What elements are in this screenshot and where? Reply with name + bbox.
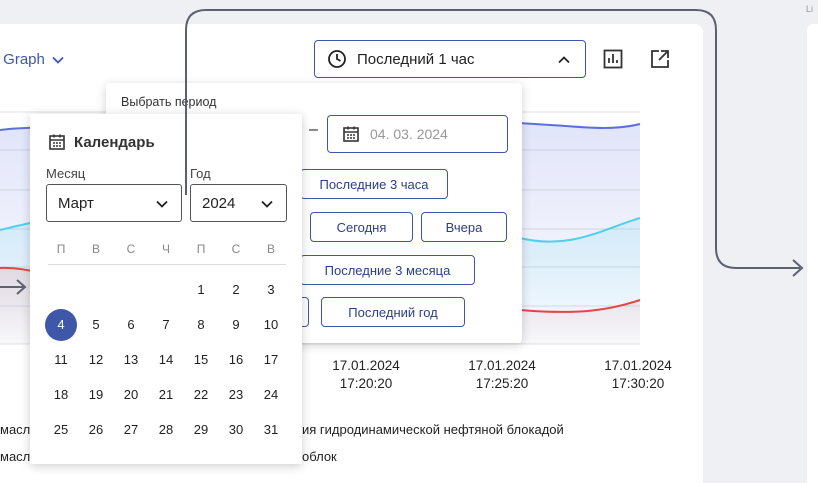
weekday-divider [48,264,286,265]
month-label: Месяц [46,166,86,181]
calendar-title: Календарь [74,133,155,151]
calendar-day[interactable]: 25 [45,414,77,446]
calendar-day[interactable]: 30 [220,414,252,446]
calendar-day[interactable]: 8 [185,309,217,341]
weekday-header: П [196,242,206,256]
x-tick-time: 17:20:20 [339,376,393,391]
calendar-day[interactable]: 5 [80,309,112,341]
year-select[interactable]: 2024 [190,184,287,222]
open-external-icon[interactable] [649,48,671,70]
calendar-day[interactable]: 28 [150,414,182,446]
x-tick: 17.01.2024 17:25:20 [457,357,547,393]
x-tick: 17.01.2024 17:30:20 [593,357,683,393]
calendar-icon [49,134,65,150]
graph-title: r Graph [0,51,45,68]
period-label: Выбрать период [121,95,217,109]
legend-item[interactable]: масл [0,449,30,464]
calendar-day[interactable]: 12 [80,344,112,376]
calendar-day[interactable]: 15 [185,344,217,376]
calendar-day[interactable]: 23 [220,379,252,411]
calendar-day[interactable]: 14 [150,344,182,376]
month-select[interactable]: Март [46,184,182,222]
period-select-value: Последний 1 час [357,50,475,68]
side-panel-label: Li [806,4,814,14]
date-range-dash: – [309,121,318,138]
calendar-day[interactable]: 10 [255,309,287,341]
calendar-day[interactable]: 16 [220,344,252,376]
calendar-day[interactable]: 9 [220,309,252,341]
legend-item[interactable]: облок [302,449,337,464]
calendar-day[interactable]: 31 [255,414,287,446]
calendar-popup: Календарь Месяц Год Март 2024 П В С Ч П … [30,114,302,464]
weekday-header: В [266,242,275,256]
calendar-day[interactable]: 26 [80,414,112,446]
month-select-value: Март [58,194,94,212]
arrow-right-icon [792,259,804,277]
weekday-header: В [91,242,100,256]
chevron-up-icon [558,56,570,64]
calendar-day[interactable]: 19 [80,379,112,411]
calendar-day[interactable]: 17 [255,344,287,376]
x-tick-time: 17:25:20 [475,376,529,391]
x-tick-time: 17:30:20 [611,376,665,391]
end-date-field[interactable]: 04. 03. 2024 [327,115,508,153]
calendar-day[interactable]: 27 [115,414,147,446]
calendar-day[interactable]: 29 [185,414,217,446]
year-select-value: 2024 [202,194,236,212]
legend-item[interactable]: масл [0,422,30,437]
x-tick-date: 17.01.2024 [332,358,400,373]
bar-chart-icon[interactable] [602,48,624,70]
weekday-header: П [56,242,66,256]
side-panel [807,24,818,483]
calendar-day[interactable]: 2 [220,274,252,306]
legend-item[interactable]: ия гидродинамической нефтяной блокадой [302,422,564,437]
calendar-day[interactable]: 18 [45,379,77,411]
today-button[interactable]: Сегодня [310,212,413,242]
year-label: Год [190,166,211,181]
x-tick: 17.01.2024 17:20:20 [321,357,411,393]
clock-icon [328,50,346,68]
calendar-day[interactable]: 3 [255,274,287,306]
calendar-day[interactable]: 21 [150,379,182,411]
chevron-down-icon [52,56,64,64]
graph-selector[interactable]: r Graph [0,51,65,68]
calendar-header: Календарь [48,133,155,151]
x-tick-date: 17.01.2024 [604,358,672,373]
calendar-day[interactable]: 22 [185,379,217,411]
calendar-day[interactable]: 20 [115,379,147,411]
weekday-header: Ч [162,242,170,256]
last-3-hours-button[interactable]: Последние 3 часа [300,169,448,199]
yesterday-button[interactable]: Вчера [421,212,507,242]
end-date-value: 04. 03. 2024 [370,126,448,142]
calendar-icon [343,126,359,142]
x-tick-date: 17.01.2024 [468,358,536,373]
chevron-down-icon [261,200,273,208]
last-3-months-button[interactable]: Последние 3 месяца [300,255,475,285]
calendar-day[interactable]: 13 [115,344,147,376]
calendar-day[interactable]: 1 [185,274,217,306]
calendar-day[interactable]: 7 [150,309,182,341]
calendar-day-selected[interactable]: 4 [45,309,77,341]
weekday-header: С [126,242,136,256]
chevron-down-icon [156,200,168,208]
period-select[interactable]: Последний 1 час [314,40,586,78]
last-year-button[interactable]: Последний год [321,297,465,327]
calendar-day[interactable]: 11 [45,344,77,376]
weekday-header: С [231,242,241,256]
calendar-day[interactable]: 6 [115,309,147,341]
calendar-day[interactable]: 24 [255,379,287,411]
